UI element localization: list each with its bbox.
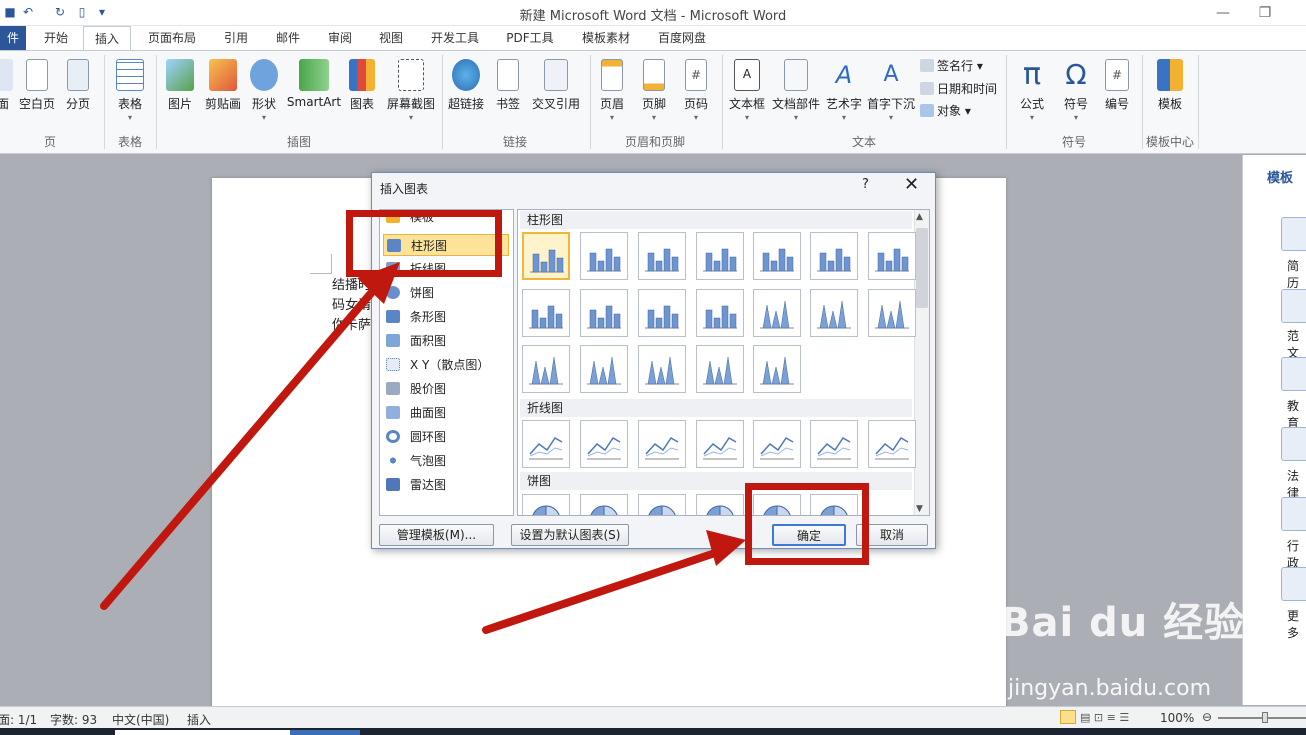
language[interactable]: 中文(中国) [112, 711, 169, 728]
status-bar: 页面: 1/1 字数: 93 中文(中国) 插入 ▤ ⊡ ≡ ☰ 100% ⊖ [0, 706, 1306, 728]
baidu-watermark: Bai du 经验 [1000, 600, 1246, 646]
taskbar-item[interactable] [290, 730, 360, 735]
taskbar [0, 728, 1306, 735]
zoom-slider-thumb[interactable] [1262, 712, 1268, 723]
insert-mode[interactable]: 插入 [187, 711, 211, 728]
word-count[interactable]: 字数: 93 [50, 711, 97, 728]
arrow-to-column [100, 262, 400, 610]
watermark-url: jingyan.baidu.com [1008, 676, 1212, 701]
arrow-to-ok [482, 530, 746, 634]
zoom-level[interactable]: 100% [1160, 711, 1194, 725]
page-count[interactable]: 页面: 1/1 [0, 711, 37, 728]
print-layout-icon[interactable] [1060, 710, 1076, 724]
view-icons[interactable]: ▤ ⊡ ≡ ☰ [1080, 711, 1129, 724]
taskbar-search[interactable] [115, 730, 290, 735]
zoom-out-icon[interactable]: ⊖ [1202, 710, 1212, 724]
